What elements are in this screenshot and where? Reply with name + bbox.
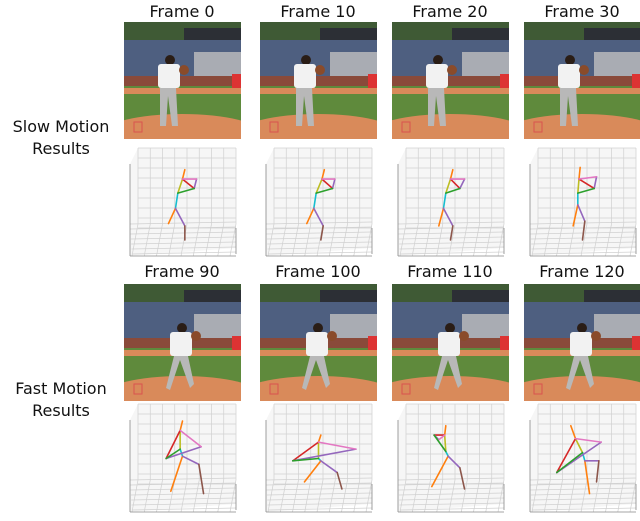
frame-title: Frame 30: [544, 2, 620, 21]
frame-photo: [124, 22, 241, 139]
pose-3d-plot: [397, 147, 505, 257]
pose-3d-plot: [129, 147, 237, 257]
pose-plot: [524, 400, 640, 517]
frame-title: Frame 0: [149, 2, 215, 21]
video-frame-image: [392, 22, 509, 139]
frame-photo: [260, 22, 377, 139]
pose-3d-plot: [397, 403, 505, 513]
row-label-line1: Slow Motion: [12, 117, 110, 136]
frame-photo: [392, 284, 509, 401]
pose-3d-plot: [265, 147, 373, 257]
plot-pane: [530, 404, 636, 512]
row-label-line2: Results: [32, 401, 90, 420]
video-frame-image: [260, 284, 377, 401]
video-frame-image: [392, 284, 509, 401]
pose-plot: [260, 144, 377, 261]
pose-3d-plot: [129, 403, 237, 513]
row-label: Slow Motion Results: [2, 116, 120, 160]
pose-plot: [392, 400, 509, 517]
row-label-line2: Results: [32, 139, 90, 158]
frame-title: Frame 90: [144, 262, 220, 281]
video-frame-image: [124, 22, 241, 139]
row-label: Fast Motion Results: [2, 378, 120, 422]
pose-plot: [124, 400, 241, 517]
pose-plot: [524, 144, 640, 261]
pose-3d-plot: [265, 403, 373, 513]
plot-pane: [130, 404, 236, 512]
frame-photo: [524, 284, 640, 401]
frame-photo: [124, 284, 241, 401]
pose-plot: [124, 144, 241, 261]
pose-3d-plot: [529, 147, 637, 257]
frame-title: Frame 100: [275, 262, 361, 281]
video-frame-image: [260, 22, 377, 139]
pose-plot: [392, 144, 509, 261]
frame-photo: [260, 284, 377, 401]
pose-3d-plot: [529, 403, 637, 513]
video-frame-image: [524, 22, 640, 139]
video-frame-image: [124, 284, 241, 401]
frame-photo: [392, 22, 509, 139]
frame-photo: [524, 22, 640, 139]
frame-title: Frame 10: [280, 2, 356, 21]
row-label-line1: Fast Motion: [15, 379, 107, 398]
pose-plot: [260, 400, 377, 517]
frame-title: Frame 110: [407, 262, 493, 281]
frame-title: Frame 20: [412, 2, 488, 21]
plot-pane: [130, 148, 236, 256]
video-frame-image: [524, 284, 640, 401]
frame-title: Frame 120: [539, 262, 625, 281]
plot-pane: [266, 148, 372, 256]
